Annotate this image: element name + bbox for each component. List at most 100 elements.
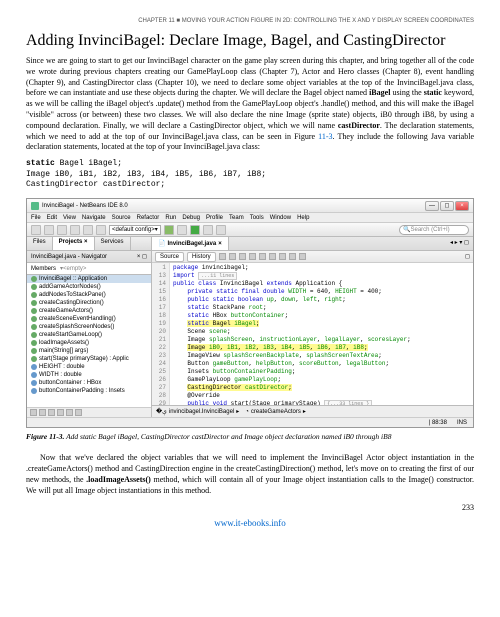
member-item[interactable]: WIDTH : double (27, 371, 151, 379)
editor-tool-icon[interactable] (249, 253, 256, 260)
navigator-header: InvinciBagel.java - Navigator × ◻ (27, 251, 151, 263)
menu-tools[interactable]: Tools (250, 215, 264, 221)
member-item[interactable]: createGameActors() (27, 307, 151, 315)
minimize-button[interactable]: — (425, 201, 439, 211)
global-search[interactable]: 🔍 Search (Ctrl+I) (399, 225, 469, 235)
editor-tool-icon[interactable] (239, 253, 246, 260)
code-content[interactable]: package invincibagel;import ...11 linesp… (170, 263, 473, 405)
editor-tool-icon[interactable] (259, 253, 266, 260)
field-icon (31, 372, 37, 378)
member-item[interactable]: InvinciBagel :: Application (27, 275, 151, 283)
undo-icon[interactable] (83, 225, 93, 235)
method-icon (31, 340, 37, 346)
editor-tool-icon[interactable] (299, 253, 306, 260)
panel-controls-icon[interactable]: × ◻ (137, 253, 147, 260)
member-item[interactable]: loadImageAssets() (27, 339, 151, 347)
method-icon (31, 300, 37, 306)
code-editor[interactable]: 11314151617181920212223242526272829 pack… (152, 263, 473, 405)
insert-mode: INS (457, 420, 467, 426)
filter-icon-6[interactable] (75, 409, 82, 416)
menu-refactor[interactable]: Refactor (137, 215, 160, 221)
filter-icon-4[interactable] (57, 409, 64, 416)
editor-tab-controls[interactable]: ◂ ▸ ▾ ◻ (446, 237, 473, 250)
menu-view[interactable]: View (63, 215, 76, 221)
services-tab[interactable]: Services (95, 237, 131, 250)
editor-panel-controls[interactable]: ◻ (465, 253, 470, 260)
member-item[interactable]: addNodesToStackPane() (27, 291, 151, 299)
figure-caption: Figure 11-3. Add static Bagel iBagel, Ca… (26, 432, 474, 441)
member-item[interactable]: main(String[] args) (27, 347, 151, 355)
member-label: createStartGameLoop() (39, 332, 102, 338)
close-button[interactable]: × (455, 201, 469, 211)
menu-help[interactable]: Help (297, 215, 309, 221)
config-selector[interactable]: <default config> ▾ (109, 225, 161, 235)
footer-link[interactable]: www.it-ebooks.info (26, 518, 474, 528)
line-gutter: 11314151617181920212223242526272829 (152, 263, 170, 405)
member-item[interactable]: createSplashScreenNodes() (27, 323, 151, 331)
field-icon (31, 388, 37, 394)
member-item[interactable]: createCastingDirection() (27, 299, 151, 307)
member-item[interactable]: HEIGHT : double (27, 363, 151, 371)
member-label: HEIGHT : double (39, 364, 85, 370)
new-file-icon[interactable] (31, 225, 41, 235)
cursor-position: | 88:38 (429, 420, 447, 426)
editor-tool-icon[interactable] (229, 253, 236, 260)
files-tab[interactable]: Files (27, 237, 53, 250)
breadcrumb-method[interactable]: ◔ createGameActors ▸ (245, 408, 306, 415)
member-label: buttonContainer : HBox (39, 380, 101, 386)
filter-icon-5[interactable] (66, 409, 73, 416)
maximize-button[interactable]: ◻ (440, 201, 454, 211)
netbeans-icon (31, 202, 39, 210)
editor-tool-icon[interactable] (279, 253, 286, 260)
menu-window[interactable]: Window (270, 215, 291, 221)
breadcrumb-class[interactable]: �ې invincibagel.InvinciBagel ▸ (156, 408, 239, 415)
member-item[interactable]: createStartGameLoop() (27, 331, 151, 339)
clean-build-icon[interactable] (177, 225, 187, 235)
menu-team[interactable]: Team (229, 215, 244, 221)
navigator-panel: Files Projects × Services InvinciBagel.j… (27, 237, 152, 417)
member-item[interactable]: buttonContainerPadding : Insets (27, 387, 151, 395)
member-item[interactable]: buttonContainer : HBox (27, 379, 151, 387)
menu-file[interactable]: File (31, 215, 41, 221)
menu-source[interactable]: Source (112, 215, 131, 221)
projects-tab[interactable]: Projects × (53, 237, 95, 250)
method-icon (31, 316, 37, 322)
filter-icon-1[interactable] (30, 409, 37, 416)
member-item[interactable]: createSceneEventHandling() (27, 315, 151, 323)
editor-tool-icon[interactable] (269, 253, 276, 260)
profile-icon[interactable] (216, 225, 226, 235)
menu-run[interactable]: Run (165, 215, 176, 221)
history-view-button[interactable]: History (187, 252, 216, 262)
menu-debug[interactable]: Debug (182, 215, 200, 221)
editor-tab-invincibagel[interactable]: 📄 InvinciBagel.java × (152, 237, 229, 250)
editor-tool-icon[interactable] (289, 253, 296, 260)
member-label: main(String[] args) (39, 348, 88, 354)
member-label: InvinciBagel :: Application (39, 276, 107, 282)
navigator-filter-bar (27, 407, 151, 417)
ide-screenshot: InvinciBagel - NetBeans IDE 8.0 — ◻ × Fi… (26, 198, 474, 428)
open-icon[interactable] (57, 225, 67, 235)
redo-icon[interactable] (96, 225, 106, 235)
menu-navigate[interactable]: Navigate (82, 215, 106, 221)
members-filter[interactable]: <empty> (63, 266, 86, 272)
member-label: createSceneEventHandling() (39, 316, 116, 322)
build-icon[interactable] (164, 225, 174, 235)
field-icon (31, 380, 37, 386)
member-item[interactable]: start(Stage primaryStage) : Applic (27, 355, 151, 363)
filter-icon-3[interactable] (48, 409, 55, 416)
member-label: addGameActorNodes() (39, 284, 101, 290)
run-icon[interactable] (190, 225, 200, 235)
field-icon (31, 364, 37, 370)
member-label: createCastingDirection() (39, 300, 104, 306)
method-icon (31, 292, 37, 298)
save-all-icon[interactable] (70, 225, 80, 235)
new-project-icon[interactable] (44, 225, 54, 235)
source-view-button[interactable]: Source (155, 252, 184, 262)
editor-toolbar: Source History ◻ (152, 251, 473, 263)
menu-profile[interactable]: Profile (206, 215, 223, 221)
member-item[interactable]: addGameActorNodes() (27, 283, 151, 291)
editor-tool-icon[interactable] (219, 253, 226, 260)
menu-edit[interactable]: Edit (47, 215, 57, 221)
debug-icon[interactable] (203, 225, 213, 235)
filter-icon-2[interactable] (39, 409, 46, 416)
